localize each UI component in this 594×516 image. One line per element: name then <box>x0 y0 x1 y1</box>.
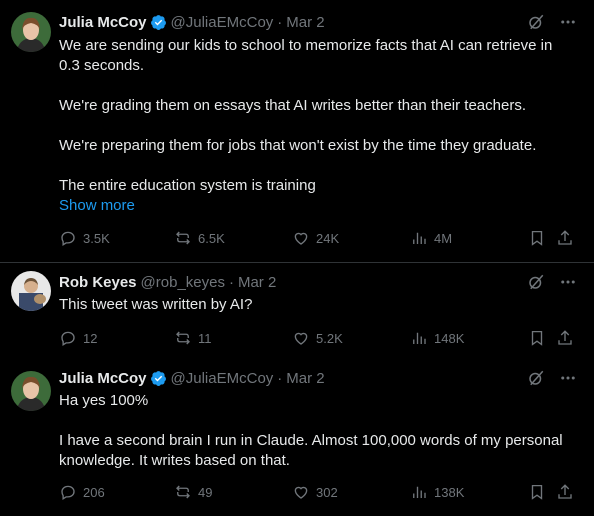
heart-icon <box>294 486 308 499</box>
repost-icon <box>176 485 190 499</box>
tweet-text-line: 0.3 seconds. <box>59 57 145 74</box>
grok-icon[interactable] <box>527 13 545 31</box>
verified-badge-icon <box>150 14 167 31</box>
reply-button[interactable]: 12 <box>59 328 97 348</box>
bookmark-icon <box>531 484 543 500</box>
tweet-text-line: This tweet was written by AI? <box>59 296 253 313</box>
bookmark-button[interactable] <box>528 228 546 248</box>
views-icon <box>413 232 426 244</box>
views-button[interactable]: 148K <box>410 328 464 348</box>
views-icon <box>413 486 426 498</box>
author-handle[interactable]: @JuliaEMcCoy <box>171 370 274 387</box>
view-count: 148K <box>434 330 465 346</box>
tweet-header-actions <box>527 12 577 32</box>
view-count: 4M <box>434 230 453 246</box>
reply-count: 12 <box>83 330 98 346</box>
heart-icon <box>294 232 308 245</box>
more-options-icon[interactable] <box>559 13 577 31</box>
reply-icon <box>61 231 75 246</box>
reply-count: 206 <box>83 484 105 500</box>
more-options-icon[interactable] <box>559 369 577 387</box>
avatar[interactable] <box>11 371 51 411</box>
tweet-date[interactable]: Mar 2 <box>286 14 324 31</box>
tweet-text-line: Ha yes 100% <box>59 392 149 409</box>
views-button[interactable]: 4M <box>410 228 452 248</box>
share-icon <box>558 230 572 245</box>
tweet-text-line: We're grading them on essays that AI wri… <box>59 97 526 114</box>
tweet-text: We are sending our kids to school to mem… <box>59 36 579 216</box>
repost-count: 11 <box>198 330 212 346</box>
tweet-date[interactable]: Mar 2 <box>238 274 276 291</box>
view-count: 138K <box>434 484 465 500</box>
share-icon <box>558 484 572 499</box>
separator-dot: · <box>228 273 234 291</box>
reply-icon <box>61 485 75 500</box>
bookmark-icon <box>531 330 543 346</box>
tweet-text-line: I have a second brain I run in Claude. A… <box>59 432 563 449</box>
share-button[interactable] <box>556 228 574 248</box>
tweet-header-actions <box>527 272 577 292</box>
tweet-actions: 206 49 302 138K <box>59 482 579 502</box>
more-options-icon[interactable] <box>559 273 577 291</box>
reply-button[interactable]: 3.5K <box>59 228 110 248</box>
views-button[interactable]: 138K <box>410 482 464 502</box>
reply-icon <box>61 331 75 346</box>
avatar[interactable] <box>11 271 51 311</box>
share-button[interactable] <box>556 328 574 348</box>
reply-button[interactable]: 206 <box>59 482 105 502</box>
repost-button[interactable]: 49 <box>174 482 212 502</box>
tweet[interactable]: Rob Keyes @rob_keyes · Mar 2 This tweet … <box>0 262 594 359</box>
like-count: 24K <box>316 230 340 246</box>
author-name[interactable]: Julia McCoy <box>59 370 147 387</box>
tweet-header: Julia McCoy @JuliaEMcCoy · Mar 2 <box>59 368 325 388</box>
views-icon <box>413 332 426 344</box>
reply-count: 3.5K <box>83 230 110 246</box>
tweet-text-line: We are sending our kids to school to mem… <box>59 37 553 54</box>
tweet[interactable]: Julia McCoy @JuliaEMcCoy · Mar 2 We are … <box>0 0 594 262</box>
tweet-text-line: The entire education system is training <box>59 177 316 194</box>
repost-icon <box>176 331 190 345</box>
author-name[interactable]: Rob Keyes <box>59 274 137 291</box>
share-icon <box>558 330 572 345</box>
bookmark-button[interactable] <box>528 328 546 348</box>
repost-button[interactable]: 11 <box>174 328 212 348</box>
tweet-text-line: We're preparing them for jobs that won't… <box>59 137 537 154</box>
author-handle[interactable]: @rob_keyes <box>141 274 225 291</box>
like-button[interactable]: 24K <box>292 228 339 248</box>
author-name[interactable]: Julia McCoy <box>59 14 147 31</box>
heart-icon <box>294 332 308 345</box>
grok-icon[interactable] <box>527 273 545 291</box>
tweet-text: This tweet was written by AI? <box>59 295 579 315</box>
separator-dot: · <box>277 13 283 31</box>
bookmark-icon <box>531 230 543 246</box>
repost-count: 49 <box>198 484 213 500</box>
like-button[interactable]: 5.2K <box>292 328 343 348</box>
verified-badge-icon <box>150 370 167 387</box>
tweet-actions: 12 11 5.2K 148K <box>59 328 579 348</box>
tweet-header: Julia McCoy @JuliaEMcCoy · Mar 2 <box>59 12 325 32</box>
like-button[interactable]: 302 <box>292 482 338 502</box>
show-more-link[interactable]: Show more <box>59 196 579 216</box>
tweet-text: Ha yes 100% I have a second brain I run … <box>59 391 579 471</box>
repost-icon <box>176 231 190 245</box>
repost-button[interactable]: 6.5K <box>174 228 225 248</box>
share-button[interactable] <box>556 482 574 502</box>
tweet-header-actions <box>527 368 577 388</box>
like-count: 5.2K <box>316 330 343 346</box>
separator-dot: · <box>277 369 283 387</box>
author-handle[interactable]: @JuliaEMcCoy <box>171 14 274 31</box>
tweet-text-line: knowledge. It writes based on that. <box>59 452 290 469</box>
avatar[interactable] <box>11 12 51 52</box>
tweet-date[interactable]: Mar 2 <box>286 370 324 387</box>
tweet[interactable]: Julia McCoy @JuliaEMcCoy · Mar 2 Ha yes … <box>0 359 594 516</box>
like-count: 302 <box>316 484 338 500</box>
grok-icon[interactable] <box>527 369 545 387</box>
repost-count: 6.5K <box>198 230 225 246</box>
tweet-header: Rob Keyes @rob_keyes · Mar 2 <box>59 272 276 292</box>
bookmark-button[interactable] <box>528 482 546 502</box>
tweet-actions: 3.5K 6.5K 24K 4M <box>59 228 579 248</box>
